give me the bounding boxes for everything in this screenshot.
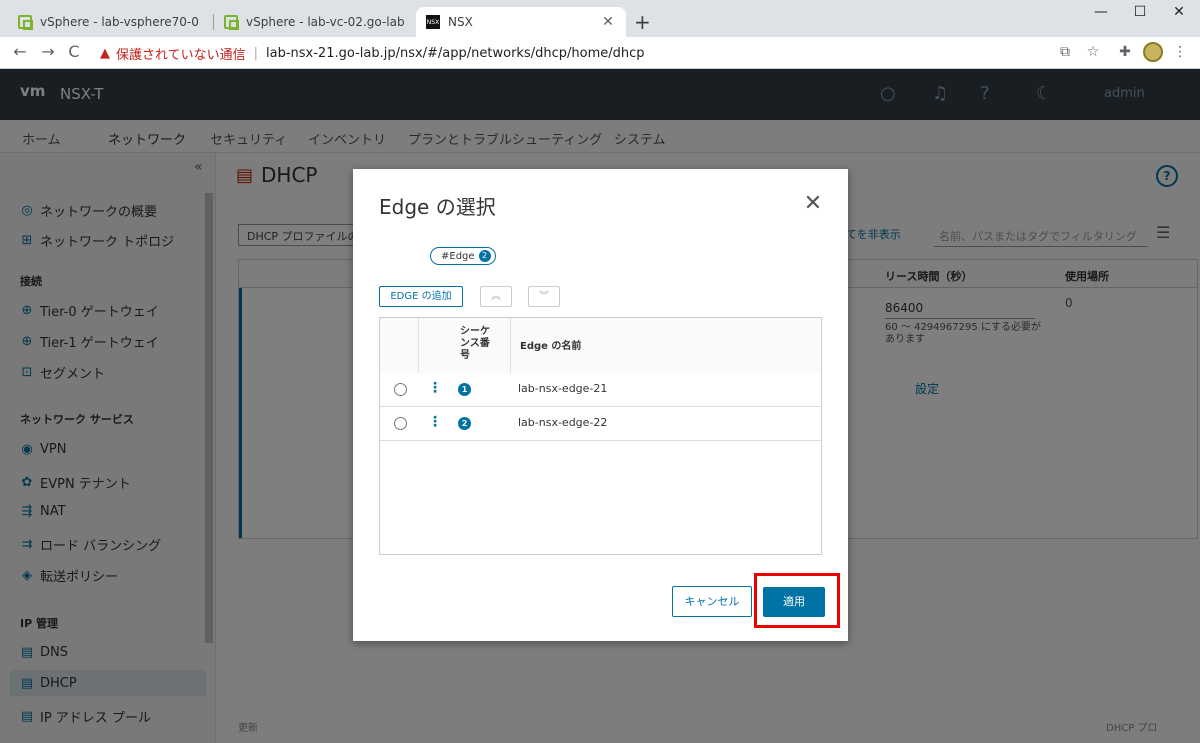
table-row[interactable]: ⋮ 2 lab-nsx-edge-22	[380, 407, 821, 441]
close-tab-icon[interactable]: ✕	[600, 14, 616, 30]
table-row[interactable]: ⋮ 1 lab-nsx-edge-21	[380, 373, 821, 407]
browser-tab-vsphere-2[interactable]: vSphere - lab-vc-02.go-lab.jp - U	[214, 7, 414, 37]
close-window-button[interactable]: ✕	[1156, 4, 1200, 20]
reload-button[interactable]: C	[64, 42, 84, 61]
tab-title: vSphere - lab-vsphere70-02-nsxt	[40, 15, 198, 29]
column-sequence: シーケンス番号	[460, 326, 490, 361]
chip-label: #Edge	[441, 250, 475, 262]
bookmark-star-icon[interactable]: ☆	[1083, 44, 1103, 60]
move-down-button[interactable]: ︾	[528, 286, 560, 307]
sequence-badge: 1	[458, 383, 471, 396]
browser-tab-bar: vSphere - lab-vsphere70-02-nsxt vSphere …	[0, 0, 1200, 37]
vsphere-icon	[18, 15, 33, 30]
add-edge-button[interactable]: EDGE の追加	[379, 286, 463, 307]
sequence-badge: 2	[458, 417, 471, 430]
row-radio[interactable]	[394, 383, 407, 396]
edge-count-chip: #Edge 2	[430, 247, 496, 265]
close-icon[interactable]: ✕	[803, 191, 823, 216]
translate-icon[interactable]: ⧉	[1055, 44, 1075, 60]
extensions-icon[interactable]: ✚	[1115, 44, 1135, 60]
column-divider	[510, 318, 511, 375]
dialog-title: Edge の選択	[379, 195, 496, 219]
column-edge-name: Edge の名前	[520, 341, 582, 352]
menu-icon[interactable]: ⋮	[1170, 44, 1190, 60]
edge-table: シーケンス番号 Edge の名前 ⋮ 1 lab-nsx-edge-21 ⋮ 2…	[379, 317, 822, 555]
move-up-button[interactable]: ︽	[480, 286, 512, 307]
back-button[interactable]: ←	[10, 42, 30, 61]
forward-button[interactable]: →	[38, 42, 58, 61]
vsphere-icon	[224, 15, 239, 30]
new-tab-button[interactable]: +	[634, 10, 651, 34]
tab-title: vSphere - lab-vc-02.go-lab.jp - U	[246, 15, 404, 29]
select-edge-dialog: Edge の選択 ✕ #Edge 2 EDGE の追加 ︽ ︾ シーケンス番号 …	[353, 169, 848, 641]
security-warning[interactable]: 保護されていない通信	[116, 44, 246, 63]
url-separator: |	[253, 45, 259, 61]
url-text[interactable]: lab-nsx-21.go-lab.jp/nsx/#/app/networks/…	[266, 46, 645, 61]
edge-table-header: シーケンス番号 Edge の名前	[380, 318, 821, 375]
browser-toolbar: ← → C ▲ 保護されていない通信 | lab-nsx-21.go-lab.j…	[0, 37, 1200, 69]
chip-count-badge: 2	[478, 250, 491, 262]
nsx-icon: NSX	[426, 15, 440, 29]
column-divider	[418, 318, 419, 375]
browser-tab-vsphere-1[interactable]: vSphere - lab-vsphere70-02-nsxt	[8, 7, 208, 37]
apply-highlight-box	[754, 573, 840, 628]
kebab-menu-icon[interactable]: ⋮	[428, 380, 442, 396]
profile-avatar[interactable]	[1143, 42, 1163, 62]
browser-tab-nsx[interactable]: NSX NSX ✕	[416, 7, 626, 37]
warning-icon: ▲	[100, 45, 110, 61]
address-bar[interactable]: ▲ 保護されていない通信 | lab-nsx-21.go-lab.jp/nsx/…	[92, 41, 1112, 65]
kebab-menu-icon[interactable]: ⋮	[428, 414, 442, 430]
tab-title: NSX	[448, 15, 473, 29]
edge-name: lab-nsx-edge-21	[518, 382, 608, 395]
row-radio[interactable]	[394, 417, 407, 430]
cancel-button[interactable]: キャンセル	[672, 586, 752, 617]
edge-name: lab-nsx-edge-22	[518, 416, 608, 429]
